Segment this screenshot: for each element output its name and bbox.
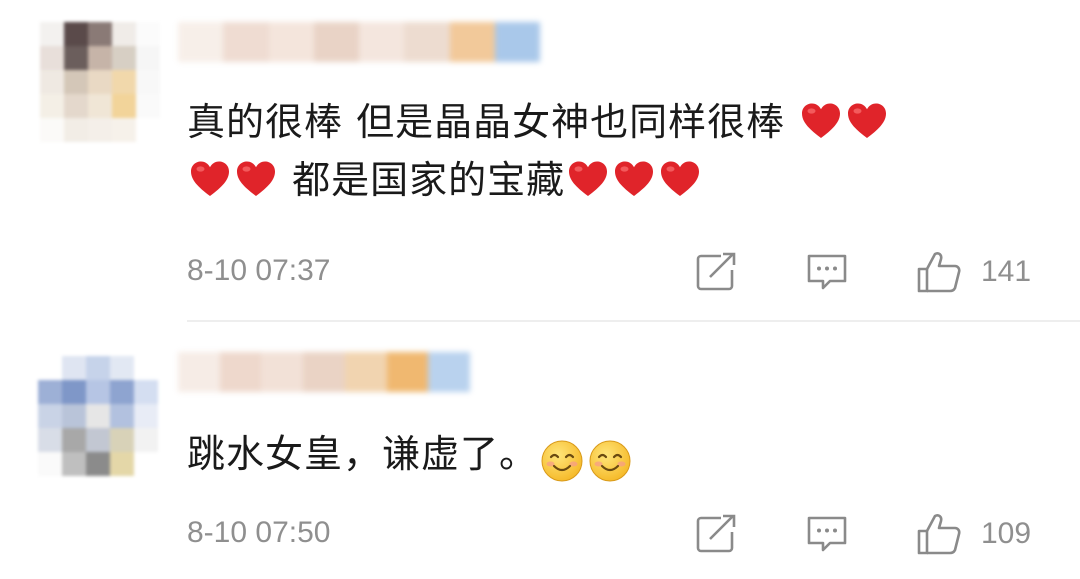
comment-item-2: 跳水女皇，谦虚了。 8-10 07:50 109 <box>0 322 1080 579</box>
smiling-face-emoji-icon <box>540 433 584 482</box>
thumbs-up-icon <box>917 514 961 555</box>
username[interactable] <box>178 22 540 62</box>
comment-meta: 8-10 07:37 141 <box>187 250 1040 294</box>
comment-item-1: 真的很棒 但是晶晶女神也同样很棒 都是国家的宝藏 8-10 07:37 141 <box>0 0 1080 322</box>
comment-text: 真的很棒 但是晶晶女神也同样很棒 都是国家的宝藏 <box>187 93 1040 209</box>
comment-text-line1: 真的很棒 但是晶晶女神也同样很棒 <box>187 100 786 144</box>
repost-button[interactable] <box>695 512 739 556</box>
heart-emoji-icon <box>189 157 231 197</box>
heart-emoji-icon <box>659 157 701 197</box>
comment-time: 8-10 07:50 <box>187 516 331 549</box>
avatar[interactable] <box>38 356 158 476</box>
comment-text-line1: 跳水女皇，谦虚了。 <box>187 432 539 476</box>
comment-icon <box>807 516 847 552</box>
comment-text: 跳水女皇，谦虚了。 <box>187 425 1040 483</box>
like-count: 141 <box>981 255 1032 288</box>
heart-emoji-icon <box>846 99 888 139</box>
heart-emoji-icon <box>613 157 655 197</box>
like-count: 109 <box>981 517 1032 550</box>
comment-text-line2: 都是国家的宝藏 <box>292 158 566 202</box>
like-button[interactable]: 109 <box>915 512 1031 556</box>
reply-button[interactable] <box>805 512 849 556</box>
repost-button[interactable] <box>695 250 739 294</box>
username[interactable] <box>178 352 471 392</box>
like-button[interactable]: 141 <box>915 250 1031 294</box>
share-icon <box>696 514 736 553</box>
heart-emoji-icon <box>567 157 609 197</box>
smiling-face-emoji-icon <box>588 433 632 482</box>
comment-time: 8-10 07:37 <box>187 254 331 287</box>
thumbs-up-icon <box>917 252 961 293</box>
heart-emoji-icon <box>235 157 277 197</box>
heart-emoji-icon <box>800 99 842 139</box>
avatar[interactable] <box>40 22 160 142</box>
comment-meta: 8-10 07:50 109 <box>187 512 1040 556</box>
share-icon <box>696 252 736 291</box>
comment-icon <box>807 254 847 290</box>
reply-button[interactable] <box>805 250 849 294</box>
